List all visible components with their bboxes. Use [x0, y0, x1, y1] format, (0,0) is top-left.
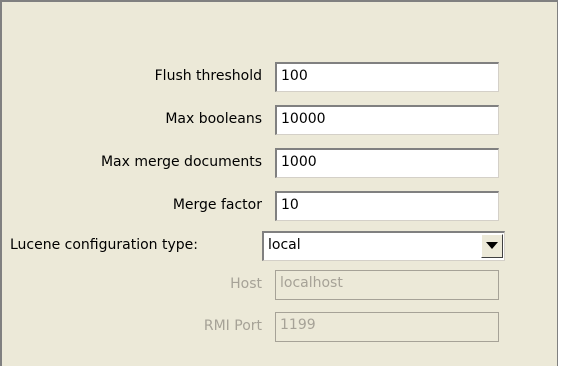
- flush-threshold-label: Flush threshold: [154, 68, 262, 84]
- host-field: localhost: [275, 270, 499, 300]
- max-booleans-row: Max booleans 10000: [2, 105, 559, 135]
- config-type-value: local: [268, 237, 301, 253]
- max-merge-documents-row: Max merge documents 1000: [2, 148, 559, 178]
- flush-threshold-field[interactable]: 100: [275, 62, 499, 92]
- merge-factor-field[interactable]: 10: [275, 191, 499, 221]
- config-type-label: Lucene configuration type:: [10, 237, 198, 253]
- host-row: Host localhost: [2, 270, 559, 300]
- host-label: Host: [230, 276, 262, 292]
- max-merge-documents-label: Max merge documents: [100, 154, 262, 170]
- merge-factor-row: Merge factor 10: [2, 191, 559, 221]
- rmi-port-label: RMI Port: [203, 318, 262, 334]
- chevron-down-icon: [486, 242, 498, 249]
- max-merge-documents-field[interactable]: 1000: [275, 148, 499, 178]
- max-booleans-label: Max booleans: [165, 111, 262, 127]
- rmi-port-row: RMI Port 1199: [2, 312, 559, 342]
- scroll-edge: [557, 0, 567, 366]
- config-type-select[interactable]: local: [262, 231, 505, 261]
- merge-factor-label: Merge factor: [172, 197, 262, 213]
- flush-threshold-row: Flush threshold 100: [2, 62, 559, 92]
- config-type-row: Lucene configuration type: local: [2, 231, 559, 261]
- dropdown-button[interactable]: [481, 234, 503, 258]
- settings-panel: Flush threshold 100 Max booleans 10000 M…: [0, 0, 557, 366]
- rmi-port-field: 1199: [275, 312, 499, 342]
- max-booleans-field[interactable]: 10000: [275, 105, 499, 135]
